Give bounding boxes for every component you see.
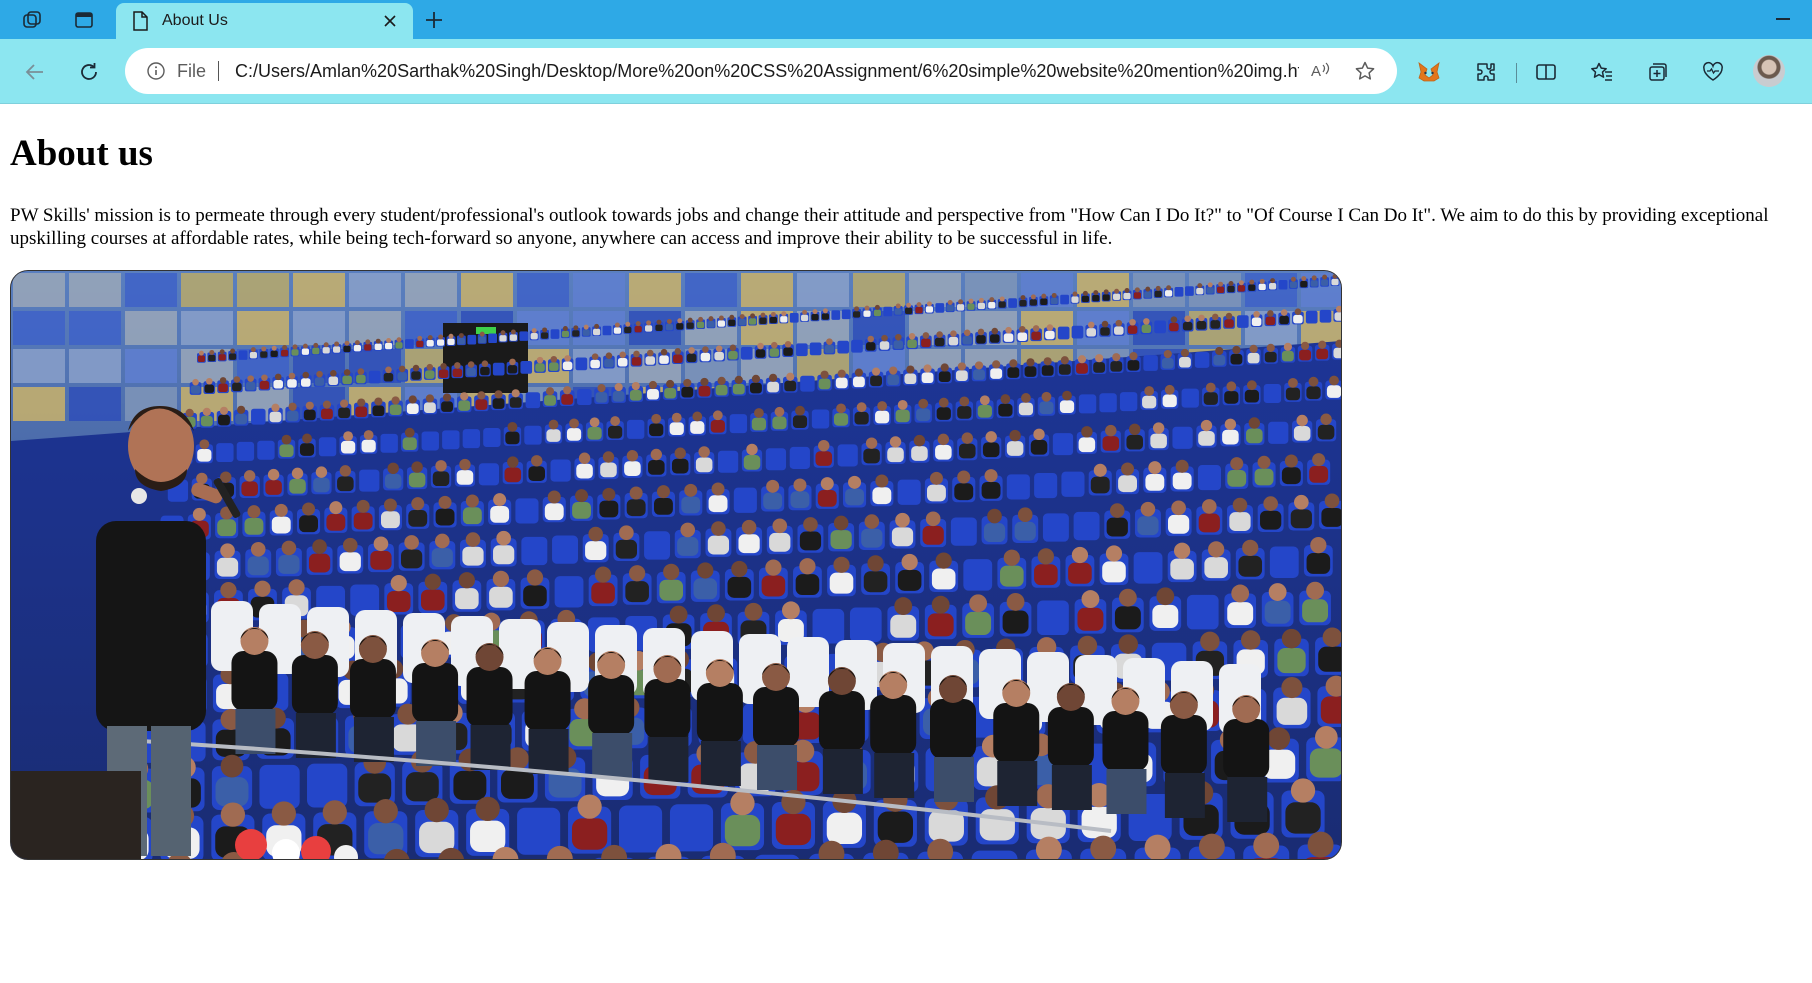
mission-paragraph: PW Skills' mission is to permeate throug… [10,204,1769,249]
refresh-icon[interactable] [71,54,107,90]
extensions-icon[interactable] [1466,54,1506,90]
toolbar-separator [1516,63,1517,83]
title-bar: About Us [0,0,1812,39]
auditorium-illustration [11,270,1341,859]
exit-sign [476,326,496,334]
auditorium-image [10,269,1342,860]
browser-essentials-icon[interactable] [1693,54,1733,90]
tab-about-us[interactable]: About Us [116,3,413,39]
close-icon[interactable] [375,6,405,36]
tab-title: About Us [162,12,228,29]
address-separator [218,61,220,81]
tab-actions-icon[interactable] [65,0,103,39]
favorite-star-icon[interactable] [1343,49,1387,93]
page-title: About us [10,133,153,174]
svg-text:A: A [1311,63,1321,80]
new-tab-icon[interactable] [415,0,453,39]
minimize-icon[interactable] [1776,18,1790,20]
workspaces-icon[interactable] [13,0,51,39]
split-screen-icon[interactable] [1526,54,1566,90]
address-bar[interactable]: File C:/Users/Amlan%20Sarthak%20Singh/De… [125,48,1397,94]
profile-avatar[interactable] [1753,55,1785,87]
scheme-label: File [177,60,207,81]
page-icon [130,11,150,31]
info-icon[interactable] [145,60,167,82]
back-icon[interactable] [17,54,53,90]
favorites-icon[interactable] [1582,54,1622,90]
navigation-toolbar: File C:/Users/Amlan%20Sarthak%20Singh/De… [0,39,1812,104]
collections-icon[interactable] [1638,54,1678,90]
read-aloud-icon[interactable]: A [1299,49,1343,93]
metamask-fox-icon[interactable] [1409,54,1449,90]
page-body: About us PW Skills' mission is to permea… [10,103,1800,860]
url-text[interactable]: C:/Users/Amlan%20Sarthak%20Singh/Desktop… [235,61,1299,82]
